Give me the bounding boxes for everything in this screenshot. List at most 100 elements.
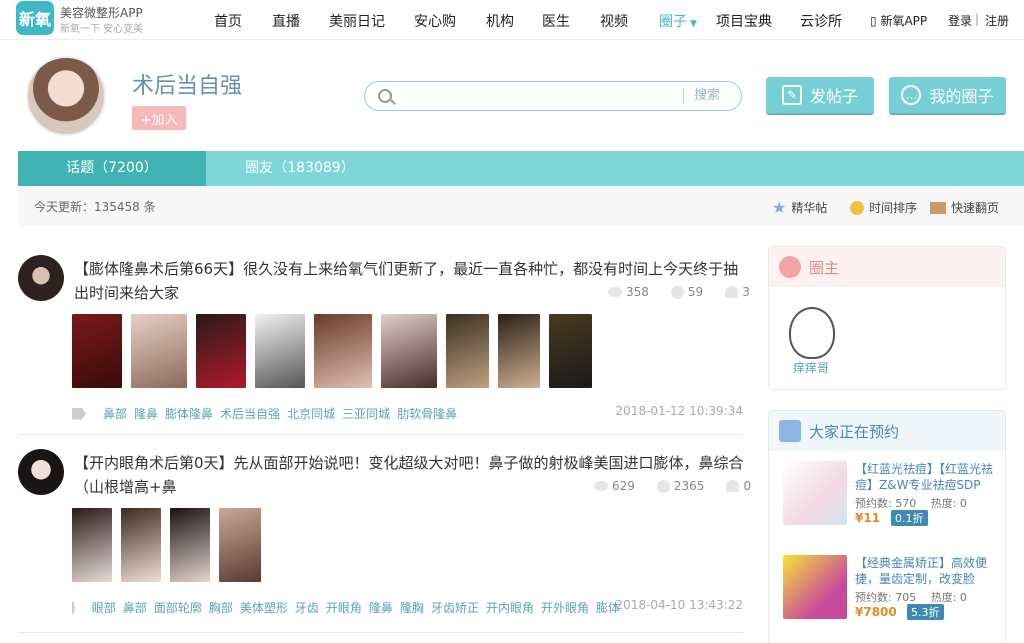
tag-link[interactable]: 术后当自强	[220, 405, 280, 422]
nav-video[interactable]: 视频	[600, 11, 628, 31]
owner-card-title: 圈主	[809, 258, 840, 277]
booking-thumbnail[interactable]	[783, 461, 847, 525]
view-count: 358	[626, 285, 649, 299]
my-circle-button[interactable]: … 我的圈子	[889, 77, 1006, 115]
sort-by-time[interactable]: 时间排序	[850, 199, 917, 216]
circle-avatar	[26, 56, 106, 136]
post-tags: 鼻部 隆鼻 膨体隆鼻 术后当自强 北京同城 三亚同城 肋软骨隆鼻	[72, 405, 612, 422]
brand-title: 美容微整形APP	[60, 6, 143, 20]
search-button[interactable]: 搜索	[683, 88, 720, 104]
comment-icon	[670, 285, 684, 299]
like-count: 0	[743, 479, 752, 493]
post-photo[interactable]	[219, 508, 261, 582]
tab-members[interactable]: 圈友（183089）	[220, 151, 380, 186]
calendar-icon	[779, 420, 801, 442]
top-nav: 新氧 美容微整形APP 新氧一下 安心变美 首页 直播 美丽日记 安心购 机构 …	[0, 0, 1024, 40]
nav-register[interactable]: 注册	[985, 12, 1009, 29]
nav-circle[interactable]: 圈子 ▼	[659, 11, 697, 31]
owner-card-header: 圈主	[769, 247, 1005, 287]
tag-link[interactable]: 胸部	[209, 599, 233, 616]
nav-live[interactable]: 直播	[272, 11, 300, 31]
booking-item[interactable]: 【红蓝光祛痘】【红蓝光祛痘】Z&W专业祛痘SDP 预约数: 570 热度: 0 …	[783, 461, 1003, 527]
owner-avatar[interactable]	[789, 307, 835, 359]
tag-link[interactable]: 眼部	[92, 599, 116, 616]
booking-item[interactable]: 【经典金属矫正】高效便捷，量齿定制，改变脸 预约数: 705 热度: 0 ¥78…	[783, 555, 1003, 621]
post-photo[interactable]	[121, 508, 161, 582]
booking-card-title: 大家正在预约	[809, 422, 900, 441]
post-time: 2018-01-12 10:39:34	[615, 404, 743, 418]
nav-project-guide[interactable]: 项目宝典	[716, 11, 772, 31]
join-button[interactable]: +加入	[132, 106, 186, 130]
tag-link[interactable]: 隆鼻	[134, 405, 158, 422]
tag-link[interactable]: 北京同城	[287, 405, 335, 422]
new-post-label: 发帖子	[809, 87, 858, 106]
tag-link[interactable]: 开内眼角	[486, 599, 534, 616]
booking-thumbnail[interactable]	[783, 555, 847, 619]
nav-cloud-clinic[interactable]: 云诊所	[800, 11, 842, 31]
comment-count: 2365	[673, 479, 705, 493]
tag-link[interactable]: 膨体隆鼻	[165, 405, 213, 422]
nav-app[interactable]: ▯ 新氧APP	[870, 12, 927, 29]
post-photo[interactable]	[549, 314, 592, 388]
today-update: 今天更新：135458 条	[34, 200, 156, 214]
post-photo[interactable]	[446, 314, 489, 388]
nav-diary[interactable]: 美丽日记	[329, 11, 385, 31]
circle-title: 术后当自强	[132, 74, 243, 99]
post-photo[interactable]	[498, 314, 540, 388]
post-photo[interactable]	[170, 508, 210, 582]
post-item[interactable]: 【膨体隆鼻术后第66天】很久没有上来给氧气们更新了，最近一直各种忙，都没有时间上…	[18, 255, 750, 425]
tag-link[interactable]: 开外眼角	[541, 599, 589, 616]
tag-link[interactable]: 面部轮廓	[154, 599, 202, 616]
tag-link[interactable]: 牙齿	[295, 599, 319, 616]
tag-link[interactable]: 三亚同城	[342, 405, 390, 422]
nav-secure-buy[interactable]: 安心购	[414, 11, 456, 31]
circle-owner-card: 圈主 痒痒哥	[768, 246, 1006, 390]
tag-icon	[72, 407, 86, 420]
logo[interactable]: 新氧	[16, 1, 54, 35]
author-avatar[interactable]	[18, 255, 64, 301]
new-post-button[interactable]: ✎ 发帖子	[766, 77, 874, 115]
discount-badge: 5.3折	[907, 604, 944, 620]
quick-page[interactable]: 快速翻页	[930, 199, 999, 216]
my-circle-label: 我的圈子	[929, 87, 994, 106]
tag-link[interactable]: 隆鼻	[369, 599, 393, 616]
post-photo[interactable]	[72, 508, 112, 582]
sort-time-label: 时间排序	[869, 201, 918, 215]
owner-name[interactable]: 痒痒哥	[793, 359, 829, 376]
post-photo[interactable]	[72, 314, 122, 388]
search-box: 搜索	[364, 81, 742, 111]
post-photo[interactable]	[255, 314, 305, 388]
like-count: 3	[742, 285, 750, 299]
tab-topics[interactable]: 话题（7200）	[18, 151, 206, 186]
post-photos	[72, 314, 592, 388]
nav-login[interactable]: 登录	[948, 12, 972, 29]
view-count: 629	[612, 479, 635, 493]
heart-icon	[726, 480, 740, 492]
sort-featured-label: 精华帖	[791, 201, 828, 215]
post-photo[interactable]	[314, 314, 372, 388]
tag-link[interactable]: 肋软骨隆鼻	[397, 405, 457, 422]
tag-link[interactable]: 鼻部	[103, 405, 127, 422]
chat-bubble-icon: …	[901, 85, 922, 105]
booking-card: 大家正在预约 【红蓝光祛痘】【红蓝光祛痘】Z&W专业祛痘SDP 预约数: 570…	[768, 410, 1006, 643]
author-avatar[interactable]	[18, 449, 64, 495]
tag-link[interactable]: 牙齿矫正	[431, 599, 479, 616]
post-photo[interactable]	[381, 314, 437, 388]
tag-link[interactable]: 美体塑形	[240, 599, 288, 616]
post-item[interactable]: 【开内眼角术后第0天】先从面部开始说吧！变化超级大对吧！鼻子做的射极峰美国进口膨…	[18, 449, 751, 624]
tag-link[interactable]: 隆胸	[400, 599, 424, 616]
clock-icon	[850, 200, 864, 215]
post-stats: 629 2365 0	[594, 479, 751, 493]
post-photo[interactable]	[131, 314, 187, 388]
nav-doctor[interactable]: 医生	[542, 11, 570, 31]
tag-link[interactable]: 开眼角	[326, 599, 362, 616]
booking-title[interactable]: 【红蓝光祛痘】【红蓝光祛痘】Z&W专业祛痘SDP	[855, 461, 1005, 493]
nav-institution[interactable]: 机构	[486, 11, 514, 31]
nav-home[interactable]: 首页	[214, 11, 242, 31]
booking-title[interactable]: 【经典金属矫正】高效便捷，量齿定制，改变脸	[855, 555, 1005, 587]
tag-link[interactable]: 鼻部	[123, 599, 147, 616]
sort-featured[interactable]: ★ 精华帖	[772, 199, 827, 216]
post-photo[interactable]	[196, 314, 246, 388]
booking-stats: 预约数: 705 热度: 0	[855, 591, 967, 604]
search-input[interactable]	[401, 86, 681, 106]
